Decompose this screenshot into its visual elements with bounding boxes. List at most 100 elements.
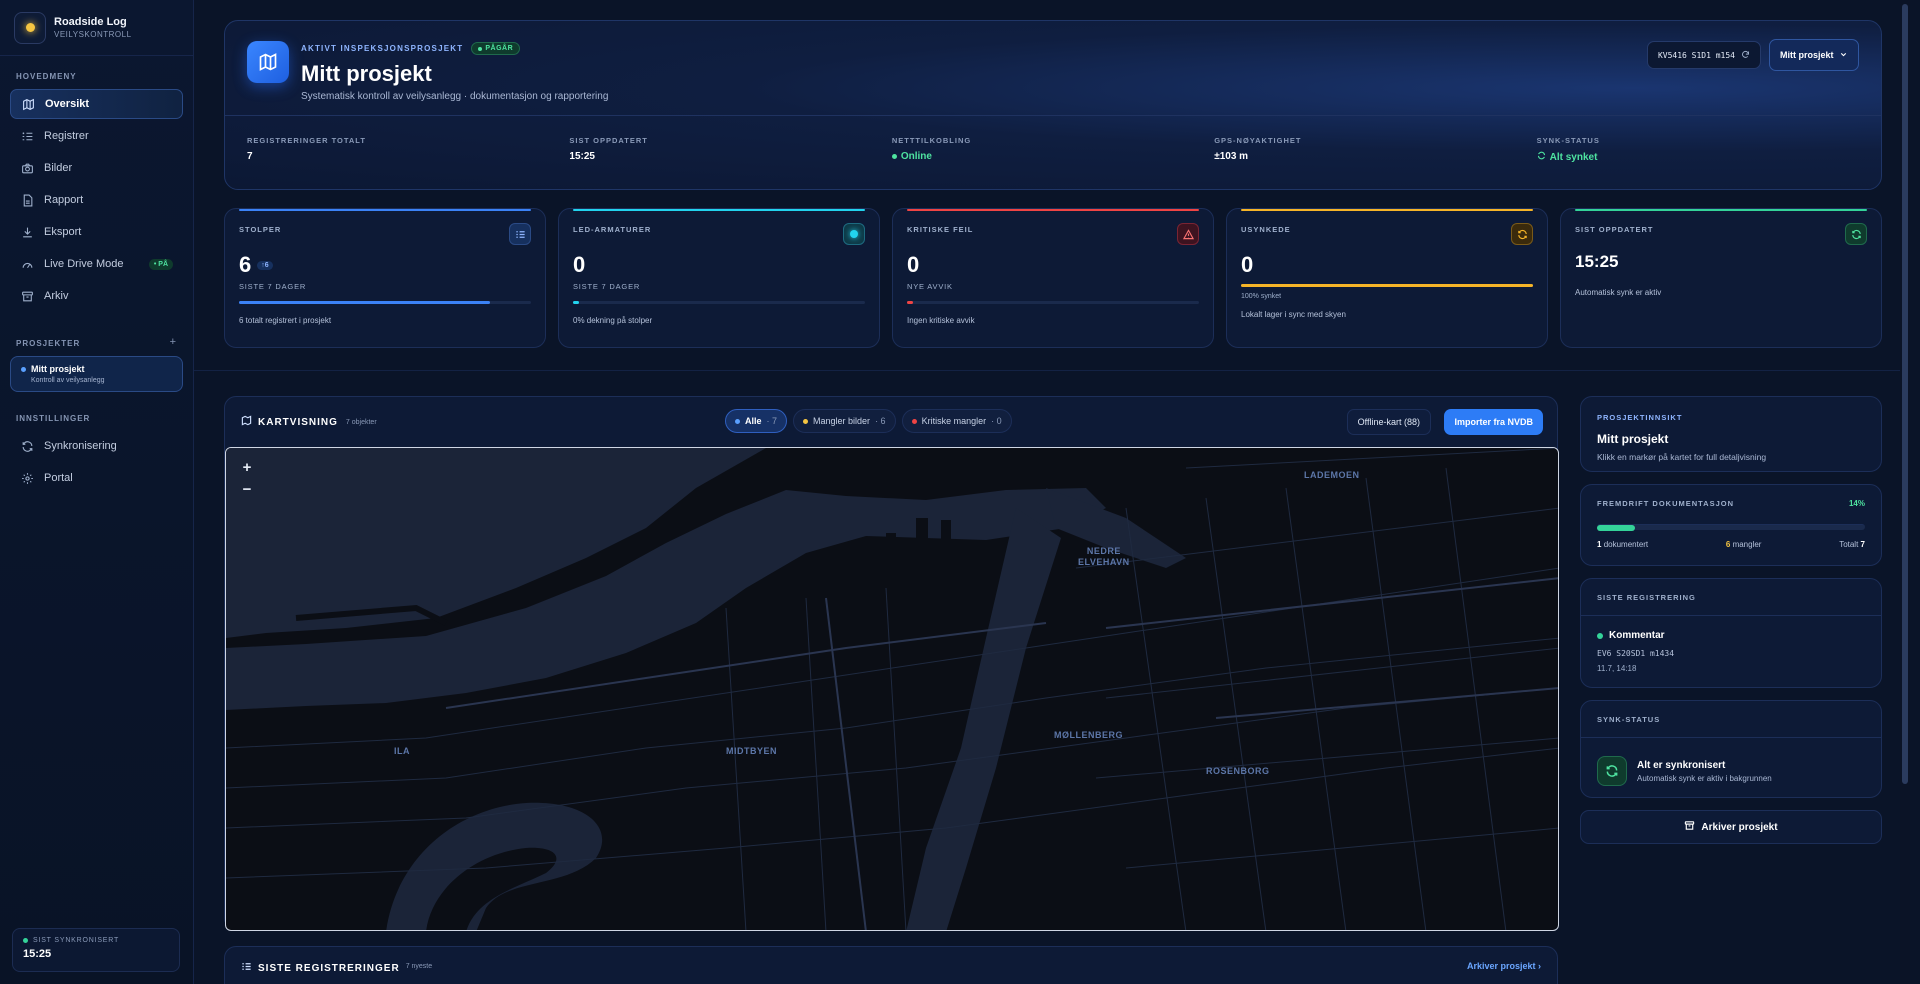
sidebar-item-label: Registrer [44,130,89,142]
sidebar-item-live-drive-mode[interactable]: Live Drive Mode • PÅ [10,249,183,279]
filter-mangler-bilder[interactable]: Mangler bilder · 6 [793,409,896,433]
offline-map-button[interactable]: Offline-kart (88) [1346,409,1431,435]
filter-kritiske-mangler[interactable]: Kritiske mangler · 0 [901,409,1012,433]
kpi-progress [907,301,913,304]
brand[interactable]: Roadside Log VEILYSKONTROLL [0,0,193,56]
sidebar-item-label: Bilder [44,162,73,174]
sidebar-item-bilder[interactable]: Bilder [10,153,183,183]
camera-icon [20,161,34,175]
live-mode-badge: • PÅ [148,258,173,270]
kpi-sist-oppdatert[interactable]: SIST OPPDATERT 15:25 Automatisk synk er … [1560,208,1882,348]
sidebar-item-label: Arkiv [44,290,69,302]
map-card: KARTVISNING 7 objekter Alle · 7 Mangler b… [224,396,1559,931]
sidebar-item-arkiv[interactable]: Arkiv [10,281,183,311]
missing-count: 6 mangler [1725,540,1762,549]
map-icon [21,97,35,111]
status-dot-icon [23,938,28,943]
map-filters: Alle · 7 Mangler bilder · 6 Kritiske mangl… [725,409,1012,433]
warning-icon [1177,223,1199,245]
speedometer-icon [20,257,34,271]
total-count: Totalt 7 [1839,540,1865,549]
recent-count: 7 nyeste [405,963,433,970]
page-title: Mitt prosjekt [301,61,432,86]
map-label: ILA [394,746,410,756]
map-label: NEDRE ELVEHAVN [1078,546,1130,567]
online-dot-icon [891,154,897,159]
gear-icon [20,471,34,485]
project-hero: AKTIVT INSPEKSJONSPROSJEKT PÅGÅR Mitt pr… [224,20,1882,190]
last-sync-box: SIST SYNKRONISERT 15:25 [12,928,180,972]
sidebar: Roadside Log VEILYSKONTROLL HOVEDMENY Ov… [0,0,194,984]
stat-gps-accuracy: GPS-NØYAKTIGHET ±103 m [1214,136,1302,162]
light-bulb-icon [843,223,865,245]
add-project-button[interactable]: + [170,336,177,348]
recent-registrations-card: SISTE REGISTRERINGER 7 nyeste Arkiver pr… [224,946,1558,984]
zoom-out-button[interactable]: − [236,478,258,500]
sidebar-item-label: Eksport [44,226,82,238]
sync-status-card: SYNK-STATUS Alt er synkronisert Automati… [1580,700,1882,798]
archive-icon [1684,820,1695,834]
sidebar-item-synkronisering[interactable]: Synkronisering [10,431,183,461]
latest-timestamp: 11.7, 14:18 [1597,664,1637,673]
sidebar-item-label: Live Drive Mode [44,258,124,270]
sidebar-item-rapport[interactable]: Rapport [10,185,183,215]
filter-alle[interactable]: Alle · 7 [725,409,788,433]
stat-sync-status: SYNK-STATUS Alt synket [1536,136,1600,163]
insight-subtitle: Klikk en markør på kartet for full detal… [1597,452,1767,462]
progress-fill [1597,525,1635,531]
map-icon [247,41,289,83]
hero-kicker: AKTIVT INSPEKSJONSPROSJEKT PÅGÅR [301,42,521,55]
project-select[interactable]: Mitt prosjekt [1769,39,1859,71]
project-insight-card: PROSJEKTINNSIKT Mitt prosjekt Klikk en m… [1580,396,1882,472]
map-icon [241,415,252,429]
refresh-icon[interactable] [1741,50,1750,61]
import-nvdb-button[interactable]: Importer fra NVDB [1444,409,1543,435]
nav-section-settings: INNSTILLINGER [16,414,91,423]
stat-network: NETTTILKOBLING Online [891,136,972,162]
nav-section-main: HOVEDMENY [16,72,77,81]
kpi-usynkede[interactable]: USYNKEDE 0 100% synket Lokalt lager i sy… [1226,208,1548,348]
latest-road-code: EV6 S20SD1 m1434 [1597,649,1675,658]
sidebar-item-label: Portal [44,472,73,484]
documented-count: 1 dokumentert [1597,540,1649,549]
map-canvas[interactable]: + − LADEMOEN NEDRE ELVEHAVN MIDTBYEN MØL… [225,447,1559,931]
latest-registration-card[interactable]: SISTE REGISTRERING Kommentar EV6 S20SD1 … [1580,578,1882,688]
sidebar-item-label: Rapport [44,194,84,206]
kpi-progress [573,301,579,304]
list-plus-icon [20,129,34,143]
project-subtitle: Kontroll av veilysanlegg [31,377,105,384]
status-badge: PÅGÅR [471,42,521,55]
kpi-cards: STOLPER 6 ↑6 SISTE 7 DAGER 6 totalt regis… [224,208,1882,348]
scrollbar[interactable] [1900,0,1910,984]
zoom-in-button[interactable]: + [236,456,258,478]
kpi-led-armaturer[interactable]: LED-ARMATURER 0 SISTE 7 DAGER 0% dekning… [558,208,880,348]
kpi-kritiske-feil[interactable]: KRITISKE FEIL 0 NYE AVVIK Ingen kritiske… [892,208,1214,348]
section-divider [194,370,1900,371]
sidebar-item-portal[interactable]: Portal [10,463,183,493]
sidebar-project-mitt-prosjekt[interactable]: Mitt prosjekt Kontroll av veilysanlegg [10,356,183,392]
document-icon [20,193,34,207]
road-reference[interactable]: KV5416 S1D1 m154 [1646,41,1761,69]
page-subtitle: Systematisk kontroll av veilysanlegg · d… [301,91,609,102]
sidebar-item-label: Oversikt [45,98,90,110]
project-dot-icon [21,366,26,372]
map-label: MIDTBYEN [726,746,777,756]
nav-section-projects: PROSJEKTER + [16,336,177,348]
sidebar-item-registrer[interactable]: Registrer [10,121,183,151]
app-logo-icon [14,11,46,44]
stat-registrations: REGISTRERINGER TOTALT 7 [247,136,366,162]
kpi-stolper[interactable]: STOLPER 6 ↑6 SISTE 7 DAGER 6 totalt regis… [224,208,546,348]
archive-project-button[interactable]: Arkiver prosjekt [1580,810,1882,844]
archive-icon [20,289,34,303]
app-subtitle: VEILYSKONTROLL [54,30,132,39]
chevron-down-icon [1839,50,1848,61]
sidebar-item-eksport[interactable]: Eksport [10,217,183,247]
stat-last-updated: SIST OPPDATERT 15:25 [569,136,648,162]
sync-icon [1845,223,1867,245]
documentation-progress-card: FREMDRIFT DOKUMENTASJON 14% 1 dokumenter… [1580,484,1882,566]
recent-archive-link[interactable]: Arkiver prosjekt › [1467,961,1541,971]
sidebar-item-oversikt[interactable]: Oversikt [10,89,183,119]
map-label: LADEMOEN [1304,470,1360,480]
recent-title: SISTE REGISTRERINGER [241,961,400,975]
last-sync-value: 15:25 [23,948,52,960]
